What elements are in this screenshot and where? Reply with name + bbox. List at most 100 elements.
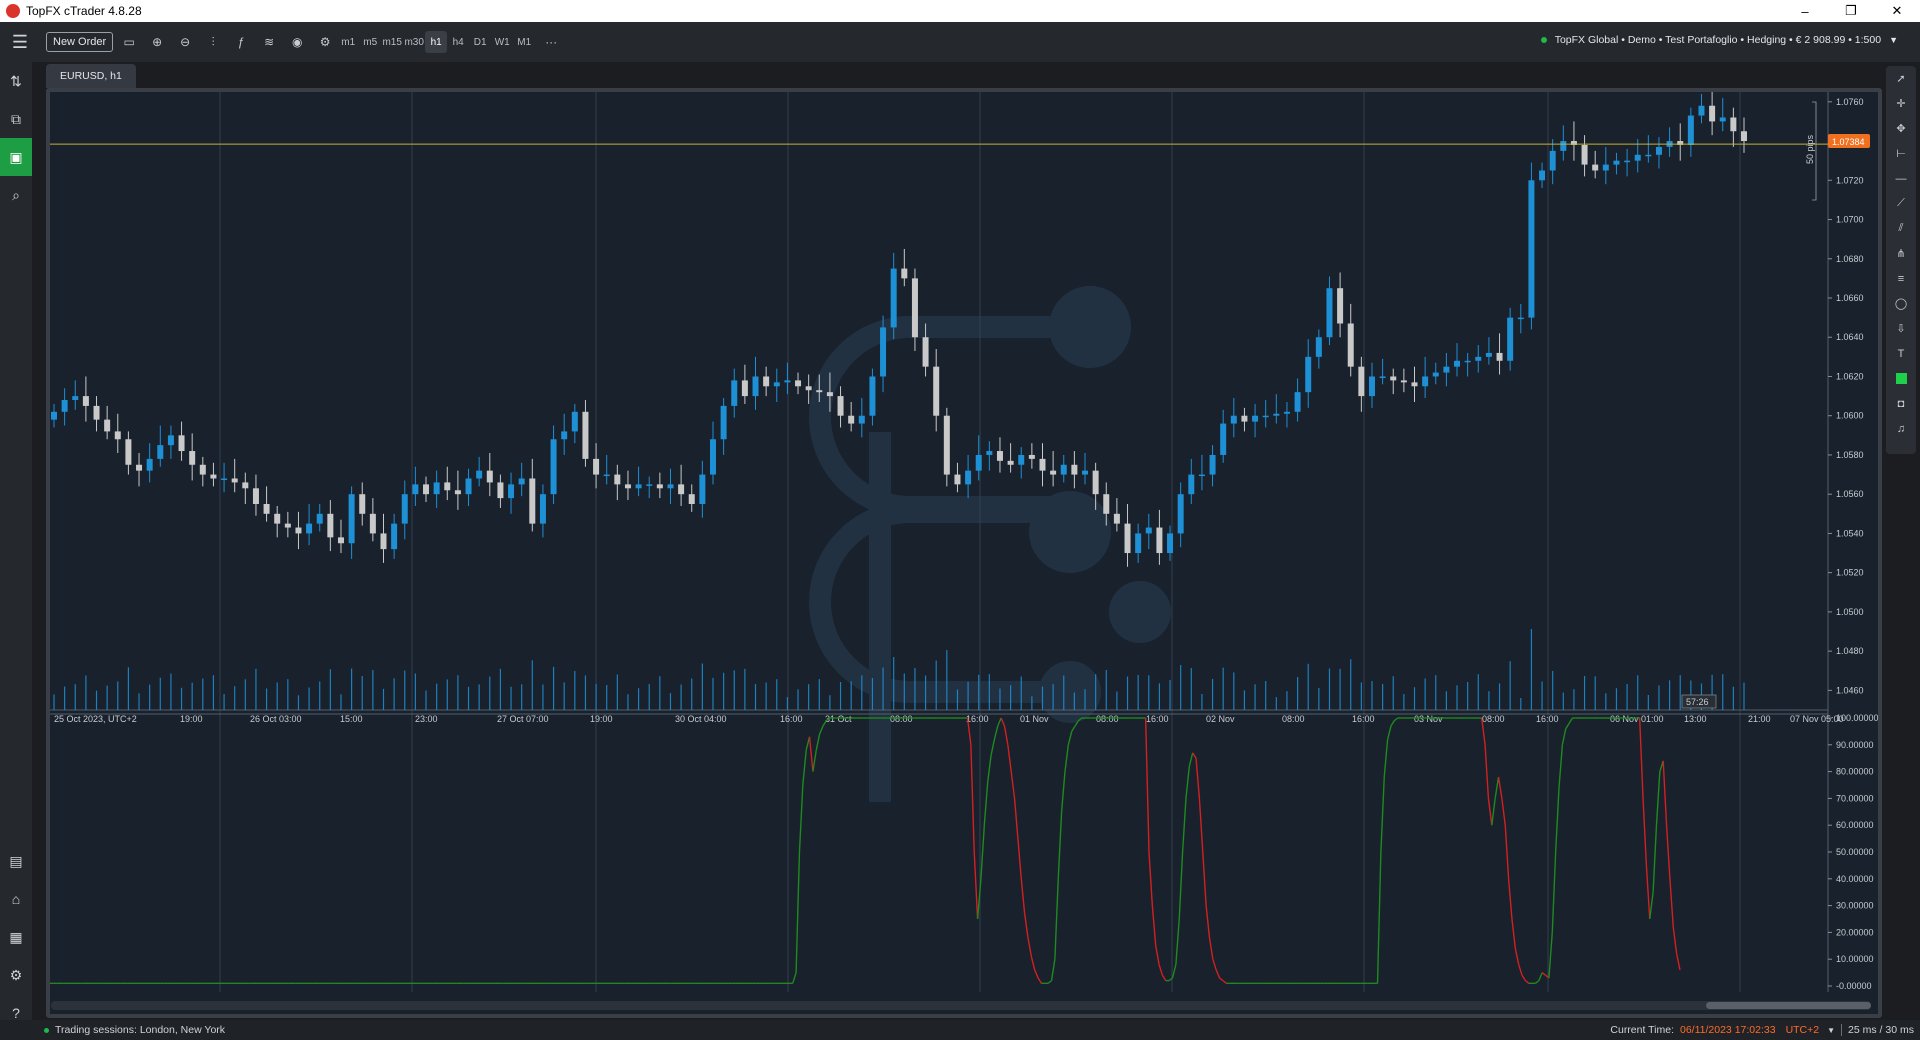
timezone-value[interactable]: UTC+2 [1786,1024,1820,1036]
automate-icon[interactable]: ▣ [0,138,32,176]
candle-body [284,523,291,528]
time-tick-label: 02 Nov [1206,714,1235,724]
time-tick-label: 15:00 [340,714,363,724]
layers-icon[interactable]: ≋ [257,31,281,53]
candle-body [1241,415,1248,422]
indicators-icon[interactable]: ƒ [229,31,253,53]
hamburger-menu-icon[interactable]: ☰ [0,22,40,62]
arrow-icon[interactable]: ⇩ [1886,316,1916,341]
timeframe-d1[interactable]: D1 [469,31,491,53]
more-options-icon[interactable]: ··· [539,31,563,53]
timeframe-m30[interactable]: m30 [403,31,425,53]
timeframe-m5[interactable]: m5 [359,31,381,53]
candle-body [1539,170,1546,181]
trade-icon[interactable]: ⇅ [0,62,32,100]
close-button[interactable]: ✕ [1874,0,1920,22]
horizontal-line-icon[interactable]: — [1886,166,1916,191]
copy-icon[interactable]: ⧉ [0,100,32,138]
candle-body [221,478,228,480]
candle-body [210,474,217,479]
candle-body [826,392,833,397]
time-tick-label: 08:00 [1482,714,1505,724]
timeframe-w1[interactable]: W1 [491,31,513,53]
store-icon[interactable]: ⌂ [0,880,32,918]
crosshair-icon[interactable]: ✛ [1886,91,1916,116]
alert-bell-icon[interactable]: ♫ [1886,416,1916,441]
candle-body [996,451,1003,461]
chart-tab-eurusd[interactable]: EURUSD, h1 [46,64,136,88]
current-price-label: 1.07384 [1832,137,1865,147]
left-sidebar: ⇅ ⧉ ▣ ⌕ ▤ ⌂ ▦ ⚙ ? [0,62,32,1021]
ellipse-icon[interactable]: ◯ [1886,291,1916,316]
candle-body [1368,376,1375,397]
candle-body [1198,474,1205,477]
portfolio-icon[interactable]: ▤ [0,842,32,880]
candle-body [157,445,164,459]
candle-body [773,382,780,387]
candle-body [178,435,185,452]
candle-body [550,439,557,495]
timeframe-h4[interactable]: h4 [447,31,469,53]
candle-body [635,484,642,489]
pips-ruler-label: 50 pips [1805,134,1815,164]
measure-icon[interactable]: ⊢ [1886,141,1916,166]
zoom-out-icon[interactable]: ⊖ [173,31,197,53]
timeframe-m1[interactable]: m1 [337,31,359,53]
minimize-button[interactable]: – [1782,0,1828,22]
settings-gear-icon[interactable]: ⚙ [0,956,32,994]
candle-body [1145,527,1152,534]
timeframe-mn1[interactable]: M1 [513,31,535,53]
trend-line-icon[interactable]: ⟋ [1886,191,1916,216]
title-bar: TopFX cTrader 4.8.28 – ❐ ✕ [0,0,1920,22]
screenshot-camera-icon[interactable]: ◘ [1886,391,1916,416]
news-icon[interactable]: ▦ [0,918,32,956]
candle-body [1082,470,1089,475]
drawing-toolbar: ➚ ✛ ✥ ⊢ — ⟋ ⫽ ⋔ ≡ ◯ ⇩ T ◘ ♫ [1886,66,1916,454]
new-order-button[interactable]: New Order [46,32,114,52]
candle-body [465,478,472,495]
candle-body [1645,154,1652,157]
candle-body [1209,454,1216,475]
chart-type-icon[interactable]: ⫶ [201,31,225,53]
fibonacci-icon[interactable]: ≡ [1886,266,1916,291]
horizontal-scrollbar[interactable] [51,1001,1871,1010]
text-icon[interactable]: T [1886,341,1916,366]
timeframe-h1[interactable]: h1 [425,31,448,53]
chart-tab-bar: EURUSD, h1 [32,62,1888,88]
view-eye-icon[interactable]: ◉ [285,31,309,53]
account-summary: TopFX Global • Demo • Test Portafoglio •… [1554,34,1882,46]
candle-body [189,451,196,465]
candle-body [1613,160,1620,165]
candle-body [316,513,323,524]
pan-icon[interactable]: ✥ [1886,116,1916,141]
timeframe-m15[interactable]: m15 [381,31,403,53]
analyze-icon[interactable]: ⌕ [0,176,32,214]
candle-body [1337,288,1344,324]
pitchfork-icon[interactable]: ⋔ [1886,241,1916,266]
chart-area[interactable]: 1.07601.07401.07201.07001.06801.06601.06… [50,92,1878,1014]
channel-icon[interactable]: ⫽ [1886,216,1916,241]
zoom-in-icon[interactable]: ⊕ [145,31,169,53]
candle-body [380,533,387,550]
candle-body [561,431,568,440]
color-picker-icon[interactable] [1886,366,1916,391]
templates-icon[interactable]: ⚙ [313,31,337,53]
account-info[interactable]: TopFX Global • Demo • Test Portafoglio •… [1540,34,1898,46]
candle-body [688,494,695,504]
candle-body [167,435,174,446]
layout-icon[interactable]: ▭ [117,31,141,53]
scrollbar-thumb[interactable] [1706,1002,1871,1009]
candle-body [624,484,631,489]
candle-body [1018,454,1025,465]
candle-body [1528,180,1535,318]
indicator-tick-label: 90.00000 [1836,740,1874,750]
chevron-down-icon[interactable]: ▼ [1889,35,1898,45]
time-tick-label: 16:00 [1536,714,1559,724]
candle-body [667,484,674,489]
time-tick-label: 25 Oct 2023, UTC+2 [54,714,137,724]
maximize-button[interactable]: ❐ [1828,0,1874,22]
timezone-chevron-icon[interactable]: ▼ [1827,1026,1835,1035]
candle-body [1252,415,1259,422]
cursor-arrow-icon[interactable]: ➚ [1886,66,1916,91]
indicator-tick-label: 10.00000 [1836,954,1874,964]
